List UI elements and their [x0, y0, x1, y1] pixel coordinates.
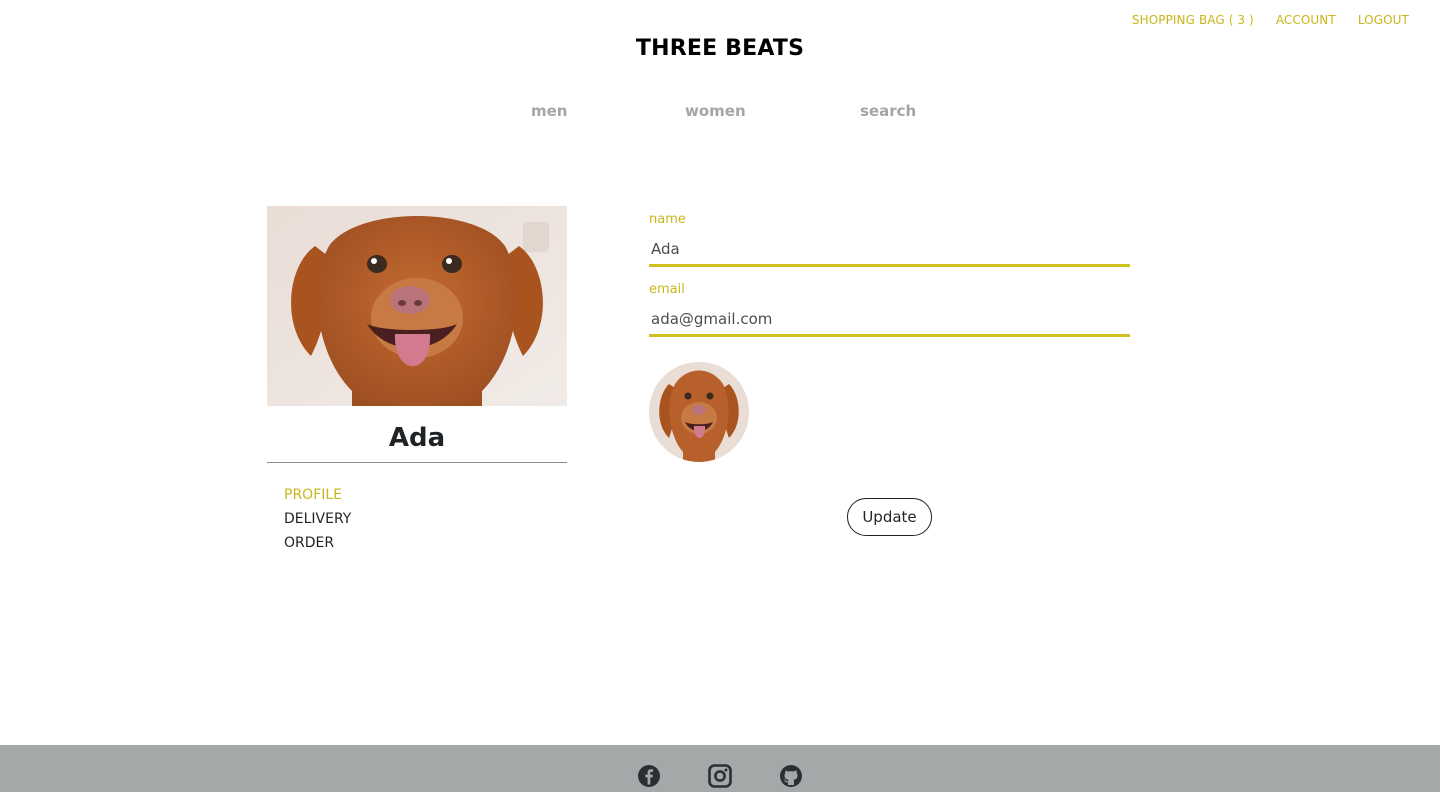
avatar-preview[interactable] — [649, 362, 749, 462]
instagram-icon[interactable] — [708, 764, 732, 788]
profile-form: name email — [649, 212, 1130, 352]
email-label: email — [649, 282, 685, 297]
github-icon[interactable] — [779, 764, 803, 788]
dog-photo-image — [267, 206, 567, 406]
user-name: Ada — [267, 406, 567, 463]
account-link[interactable]: ACCOUNT — [1276, 12, 1336, 28]
name-input[interactable] — [649, 234, 1130, 267]
profile-photo — [267, 206, 567, 406]
nav-item-women[interactable]: women — [685, 102, 746, 120]
menu-item-delivery[interactable]: DELIVERY — [284, 507, 567, 531]
name-field-group: name — [649, 212, 1130, 282]
profile-sidebar: Ada PROFILE DELIVERY ORDER — [267, 206, 567, 555]
update-button[interactable]: Update — [847, 498, 932, 536]
facebook-icon[interactable] — [637, 764, 661, 788]
name-label: name — [649, 212, 686, 227]
menu-item-profile[interactable]: PROFILE — [284, 483, 567, 507]
account-links: SHOPPING BAG ( 3 ) ACCOUNT LOGOUT — [1132, 12, 1409, 28]
dog-avatar-image — [649, 362, 749, 462]
email-input[interactable] — [649, 304, 1130, 337]
menu-item-order[interactable]: ORDER — [284, 531, 567, 555]
site-footer — [0, 745, 1440, 792]
logout-link[interactable]: LOGOUT — [1358, 12, 1409, 28]
account-menu: PROFILE DELIVERY ORDER — [267, 463, 567, 555]
site-logo[interactable]: THREE BEATS — [0, 36, 1440, 61]
nav-item-search[interactable]: search — [860, 102, 916, 120]
shopping-bag-link[interactable]: SHOPPING BAG ( 3 ) — [1132, 12, 1254, 28]
main-nav: men women search — [0, 102, 1440, 122]
nav-item-men[interactable]: men — [531, 102, 567, 120]
email-field-group: email — [649, 282, 1130, 352]
